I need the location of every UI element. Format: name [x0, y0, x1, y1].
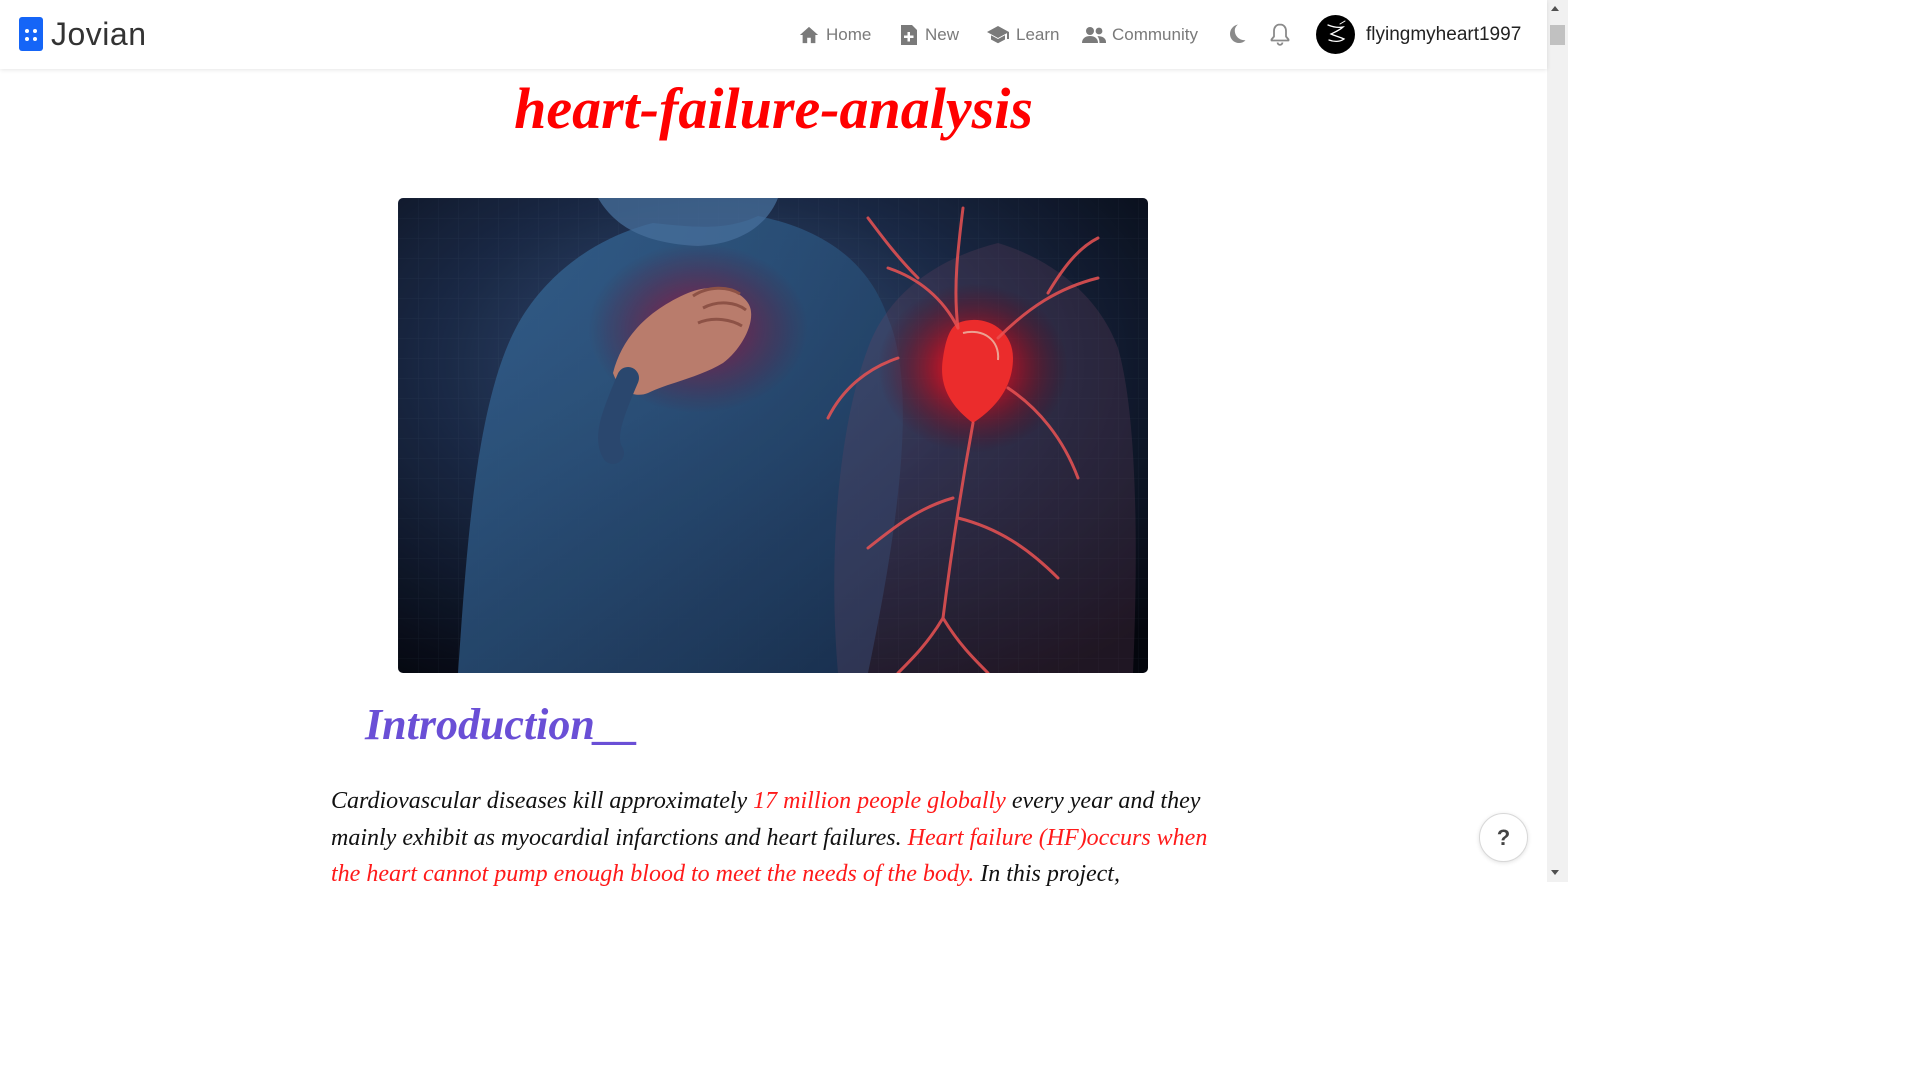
- top-navigation-bar: Jovian Home New Learn Community flyingmy…: [0, 0, 1547, 69]
- intro-highlight-1: 17 million people globally: [753, 788, 1006, 814]
- dark-mode-icon: [1230, 24, 1246, 43]
- scroll-down-arrow-icon[interactable]: [1551, 870, 1559, 875]
- notifications-button[interactable]: [1267, 21, 1293, 47]
- help-button[interactable]: ?: [1479, 813, 1528, 862]
- nav-learn[interactable]: Learn: [986, 20, 1059, 50]
- page-scrollbar[interactable]: [1547, 0, 1568, 882]
- hero-image: [398, 198, 1148, 673]
- heart-illustration: [398, 198, 1148, 673]
- nav-new[interactable]: New: [899, 20, 959, 50]
- scrollbar-thumb[interactable]: [1550, 25, 1565, 45]
- community-icon: [1082, 27, 1106, 43]
- username-link[interactable]: flyingmyheart1997: [1366, 22, 1521, 48]
- nav-new-label: New: [925, 25, 960, 44]
- jovian-logo-icon[interactable]: [19, 17, 43, 51]
- learn-icon: [987, 26, 1009, 44]
- avatar[interactable]: [1316, 15, 1355, 54]
- home-icon: [799, 26, 819, 44]
- nav-community-label: Community: [1112, 25, 1198, 44]
- notebook-title: heart-failure-analysis: [514, 76, 1033, 141]
- section-heading-introduction: Introduction__: [365, 700, 639, 749]
- intro-text-3: In this project,: [974, 861, 1120, 887]
- nav-home[interactable]: Home: [798, 20, 871, 50]
- dark-mode-toggle[interactable]: [1223, 21, 1249, 47]
- scroll-up-arrow-icon[interactable]: [1551, 6, 1559, 11]
- avatar-image: [1327, 20, 1346, 43]
- nav-community[interactable]: Community: [1082, 20, 1198, 50]
- nav-home-label: Home: [826, 25, 872, 44]
- nav-learn-label: Learn: [1016, 25, 1060, 44]
- intro-paragraph: Cardiovascular diseases kill approximate…: [331, 783, 1231, 893]
- bell-icon: [1270, 23, 1290, 46]
- new-notebook-icon: [901, 25, 917, 45]
- jovian-logo-text[interactable]: Jovian: [51, 14, 147, 54]
- intro-text-1: Cardiovascular diseases kill approximate…: [331, 788, 754, 814]
